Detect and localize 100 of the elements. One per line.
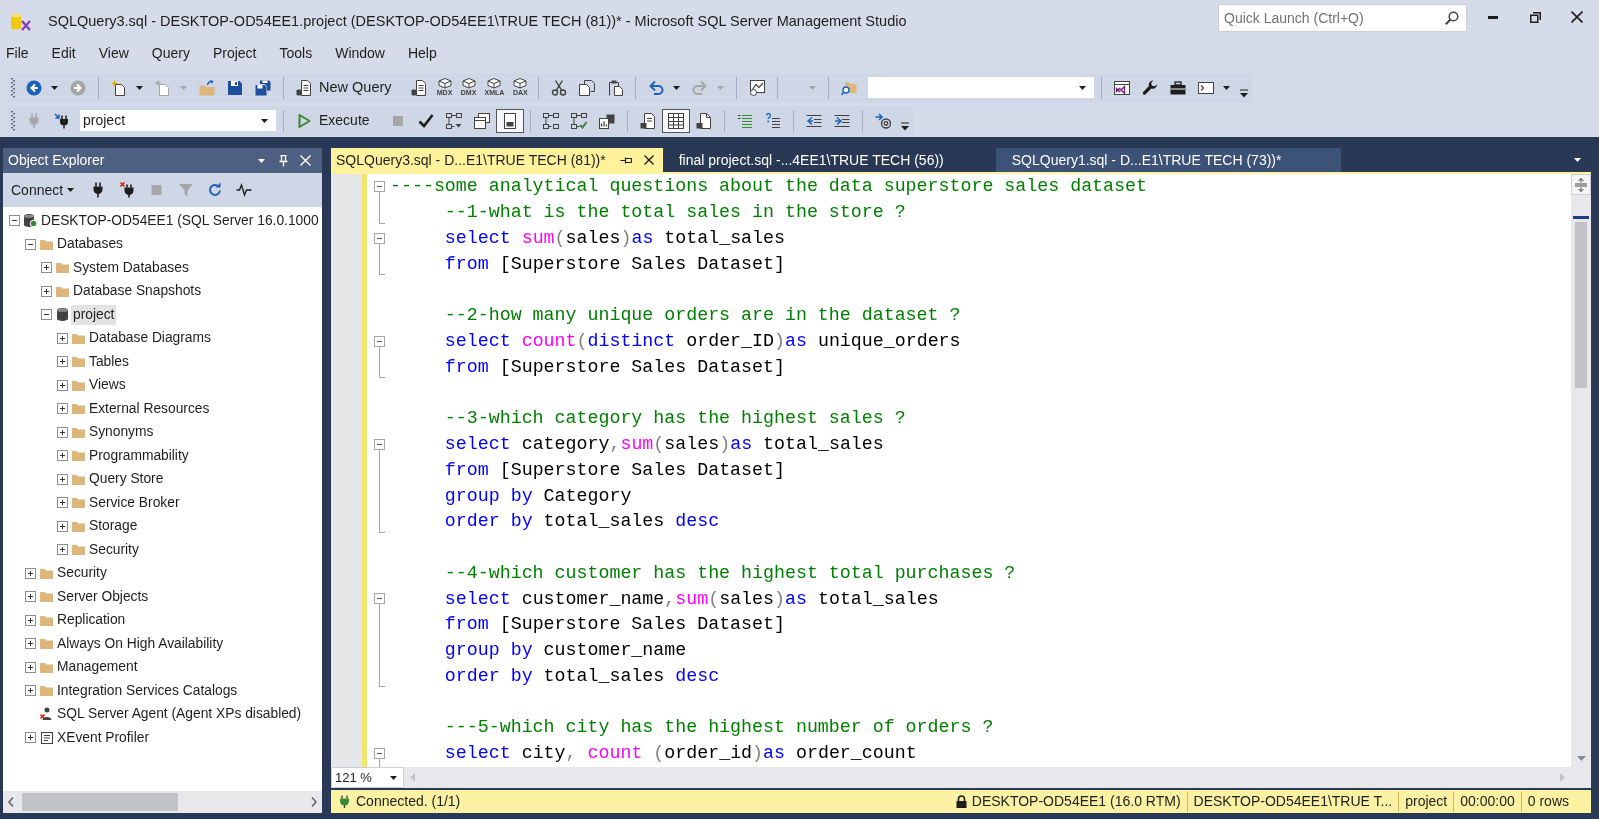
copy-icon: [579, 79, 596, 96]
find-combo-field[interactable]: [867, 76, 1096, 99]
document-tab[interactable]: SQLQuery1.sql - D...E1\TRUE TECH (73))*: [995, 148, 1342, 172]
tree-item[interactable]: Security: [55, 563, 109, 584]
tree-item[interactable]: Views: [87, 375, 128, 396]
tree-item[interactable]: project: [71, 304, 117, 325]
document-tab[interactable]: SQLQuery3.sql - D...E1\TRUE TECH (81))*: [331, 148, 663, 172]
tree-item[interactable]: Databases: [55, 234, 125, 255]
tree-item[interactable]: XEvent Profiler: [55, 727, 152, 748]
tree-item[interactable]: Storage: [87, 516, 140, 537]
tree-item[interactable]: Synonyms: [87, 422, 156, 443]
menu-item[interactable]: File: [6, 43, 29, 63]
tree-item[interactable]: Database Diagrams: [87, 328, 213, 349]
tree-item[interactable]: DESKTOP-OD54EE1 (SQL Server 16.0.1000: [39, 210, 321, 231]
zoom-combo[interactable]: 121 %: [331, 767, 404, 788]
tree-item[interactable]: Integration Services Catalogs: [55, 680, 240, 701]
expand-icon[interactable]: [25, 638, 36, 650]
tree-item[interactable]: Security: [87, 539, 141, 560]
connection-icon: [339, 795, 350, 808]
plug-arrow-icon: [54, 112, 70, 129]
vertical-scrollbar[interactable]: [1571, 174, 1591, 767]
caret-icon: [180, 85, 187, 90]
code-line: from [Superstore Sales Dataset]: [444, 252, 785, 276]
collapse-icon[interactable]: [374, 232, 385, 244]
menu-item[interactable]: Tools: [279, 43, 313, 63]
code-editor[interactable]: [331, 174, 1591, 767]
expand-icon[interactable]: [25, 614, 36, 626]
tree-item[interactable]: Query Store: [87, 469, 166, 490]
folder-icon: [72, 544, 85, 556]
code-line: --3-which category has the highest sales ?: [444, 407, 906, 431]
new-query-button[interactable]: New Query: [290, 75, 405, 100]
scrollbar-thumb[interactable]: [1575, 222, 1587, 388]
tree-item[interactable]: Management: [55, 657, 140, 678]
tree-item[interactable]: System Databases: [71, 257, 191, 278]
expand-icon[interactable]: [57, 403, 68, 415]
expand-icon[interactable]: [57, 379, 68, 391]
collapse-icon[interactable]: [374, 747, 385, 759]
tree-item[interactable]: Replication: [55, 610, 128, 631]
execute-button[interactable]: Execute: [290, 108, 384, 133]
connect-menu-button[interactable]: Connect: [7, 178, 79, 202]
grip-icon[interactable]: [11, 77, 15, 98]
grid-icon: [667, 112, 684, 129]
folder-icon: [56, 285, 69, 297]
collapse-icon[interactable]: [9, 215, 20, 227]
folder-icon: [40, 567, 53, 579]
grip-icon[interactable]: [11, 110, 15, 131]
results-to-grid-button[interactable]: [661, 108, 690, 133]
expand-icon[interactable]: [41, 262, 52, 274]
quick-launch-field[interactable]: Quick Launch (Ctrl+Q): [1218, 4, 1467, 32]
expand-icon[interactable]: [57, 426, 68, 438]
expand-icon[interactable]: [25, 661, 36, 673]
document-panel-icon: [501, 112, 518, 129]
expand-icon[interactable]: [25, 591, 36, 603]
document-tab[interactable]: final project.sql -...4EE1\TRUE TECH (56)): [662, 148, 996, 172]
tree-item[interactable]: Service Broker: [87, 492, 182, 513]
expand-icon[interactable]: [57, 356, 68, 368]
menu-item[interactable]: Help: [407, 43, 437, 63]
database-selector[interactable]: project: [79, 109, 277, 132]
tree-item[interactable]: SQL Server Agent (Agent XPs disabled): [55, 704, 304, 725]
expand-icon[interactable]: [57, 450, 68, 462]
expand-icon[interactable]: [57, 544, 68, 556]
collapse-icon[interactable]: [41, 309, 52, 321]
collapse-icon[interactable]: [374, 181, 385, 192]
tree-item[interactable]: Database Snapshots: [71, 281, 204, 302]
collapse-icon[interactable]: [374, 438, 385, 450]
arrow-ring-icon: [874, 112, 891, 129]
database-icon: [57, 308, 68, 322]
menu-item[interactable]: Edit: [51, 43, 76, 63]
tree-item[interactable]: Tables: [87, 351, 131, 372]
expand-icon[interactable]: [25, 567, 36, 579]
query-document-icon: [296, 79, 312, 96]
intellisense-button[interactable]: [495, 108, 524, 133]
horizontal-scrollbar[interactable]: [3, 791, 322, 813]
expand-icon[interactable]: [25, 685, 36, 697]
caret-icon: [261, 118, 268, 123]
caret-icon: [257, 158, 265, 163]
collapse-icon[interactable]: [25, 238, 36, 250]
tree-item[interactable]: Always On High Availability: [55, 633, 226, 654]
open-folder-icon: [199, 79, 215, 96]
menu-item[interactable]: View: [98, 43, 129, 63]
menu-item[interactable]: Window: [335, 43, 385, 63]
menu-item[interactable]: Project: [212, 43, 257, 63]
expand-icon[interactable]: [25, 732, 36, 744]
tree-item[interactable]: Server Objects: [55, 586, 151, 607]
folder-icon: [72, 473, 85, 485]
expand-icon[interactable]: [57, 497, 68, 509]
tree-item[interactable]: External Resources: [87, 398, 212, 419]
tree-item[interactable]: Programmability: [87, 445, 191, 466]
collapse-icon[interactable]: [374, 335, 385, 347]
menu-item[interactable]: Query: [151, 43, 190, 63]
expand-icon[interactable]: [57, 332, 68, 344]
row-count: 0 rows: [1526, 792, 1570, 811]
expand-icon[interactable]: [57, 473, 68, 485]
scrollbar-thumb[interactable]: [22, 793, 178, 811]
expand-icon[interactable]: [41, 285, 52, 297]
folder-icon: [40, 238, 53, 250]
code-line: from [Superstore Sales Dataset]: [444, 458, 785, 482]
code-line: order by total_sales desc: [444, 510, 720, 534]
expand-icon[interactable]: [57, 520, 68, 532]
collapse-icon[interactable]: [374, 593, 385, 605]
